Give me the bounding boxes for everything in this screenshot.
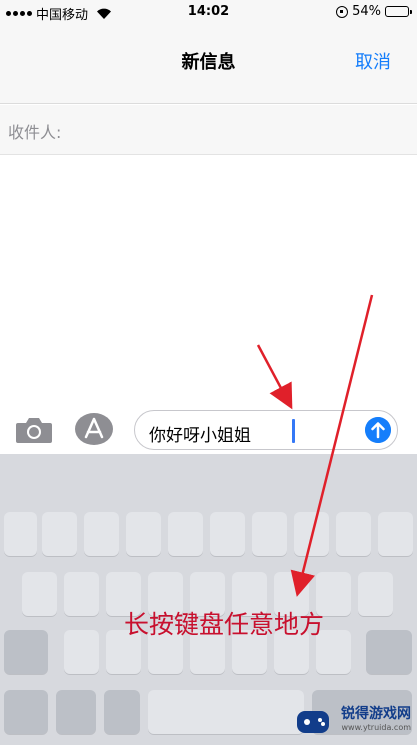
cancel-button[interactable]: 取消 — [355, 48, 391, 74]
message-text: 你好呀小姐姐 — [149, 426, 251, 446]
keyboard-key[interactable] — [358, 572, 393, 616]
keyboard-key[interactable] — [294, 512, 329, 556]
keyboard-key[interactable] — [336, 512, 371, 556]
recipient-label: 收件人: — [8, 123, 62, 142]
keyboard-key[interactable] — [210, 512, 245, 556]
keyboard-key[interactable] — [378, 512, 413, 556]
recipient-input[interactable] — [72, 115, 402, 145]
watermark-logo-icon — [297, 711, 329, 733]
keyboard-key[interactable] — [4, 512, 37, 556]
mic-key[interactable] — [104, 690, 140, 734]
text-caret — [292, 419, 295, 443]
watermark-url: www.ytruida.com — [341, 723, 412, 732]
send-arrow-icon[interactable] — [365, 417, 391, 443]
shift-key[interactable] — [4, 630, 48, 674]
keyboard-key[interactable] — [168, 512, 203, 556]
keyboard-key[interactable] — [126, 512, 161, 556]
annotation-text: 长按键盘任意地方 — [124, 610, 325, 639]
app-store-icon[interactable] — [74, 412, 114, 446]
camera-icon[interactable] — [14, 415, 54, 445]
watermark-title: 锐得游戏网 — [341, 706, 411, 722]
keyboard-key[interactable] — [42, 512, 77, 556]
globe-key[interactable] — [56, 690, 96, 734]
battery-percent: 54% — [352, 4, 381, 19]
nav-bar: 新信息 取消 — [0, 24, 417, 104]
numbers-key[interactable] — [4, 690, 48, 734]
keyboard-key[interactable] — [64, 630, 99, 674]
battery-icon — [385, 6, 412, 17]
keyboard-key[interactable] — [252, 512, 287, 556]
space-key[interactable] — [148, 690, 304, 734]
message-input[interactable]: 你好呀小姐姐 — [134, 410, 398, 450]
message-area — [0, 156, 417, 406]
status-right: 54% — [336, 4, 412, 19]
keyboard-key[interactable] — [22, 572, 57, 616]
keyboard-key[interactable] — [64, 572, 99, 616]
watermark: 锐得游戏网 www.ytruida.com — [293, 701, 411, 741]
orientation-lock-icon — [336, 5, 349, 18]
keyboard-key[interactable] — [84, 512, 119, 556]
delete-key[interactable] — [366, 630, 412, 674]
recipient-row: 收件人: — [0, 105, 417, 155]
compose-bar: 你好呀小姐姐 — [0, 406, 417, 454]
status-bar: 中国移动 14:02 54% — [0, 0, 417, 24]
